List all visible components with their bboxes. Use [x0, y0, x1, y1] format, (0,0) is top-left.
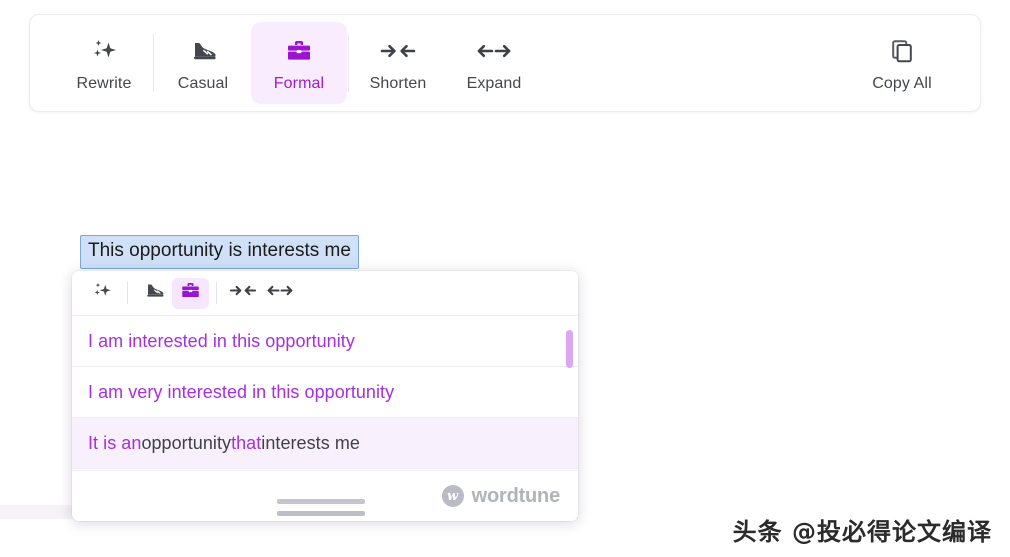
resize-handle-bar-bottom [277, 511, 365, 516]
selected-text-highlight[interactable]: This opportunity is interests me [80, 235, 359, 269]
suggestion-text-3-part-4: interests me [261, 432, 360, 453]
toolbar-label-shorten: Shorten [369, 74, 427, 92]
toolbar-item-formal[interactable]: Formal [251, 22, 347, 104]
arrows-out-icon [265, 282, 295, 304]
toolbar-label-expand: Expand [466, 74, 522, 92]
suggestion-text-1: I am interested in this opportunity [88, 330, 355, 351]
suggestion-text-3-part-3: that [231, 432, 262, 453]
scrollbar-thumb[interactable] [566, 330, 573, 368]
copy-icon [888, 35, 916, 67]
briefcase-icon [284, 35, 314, 67]
suggestion-item-2[interactable]: I am very interested in this opportunity [72, 367, 578, 418]
arrows-in-icon [378, 35, 418, 67]
wordtune-brand-name: wordtune [471, 484, 561, 507]
copy-all-label: Copy All [872, 74, 932, 92]
resize-handle[interactable] [277, 499, 365, 519]
arrows-out-icon [474, 35, 514, 67]
arrows-in-icon [228, 282, 258, 304]
briefcase-icon [179, 280, 202, 306]
popup-mode-toolbar [72, 271, 578, 316]
popup-item-rewrite[interactable] [83, 278, 120, 309]
toolbar-item-casual[interactable]: Casual [155, 22, 251, 104]
suggestion-scrollbar[interactable] [566, 320, 573, 466]
popup-divider-2 [216, 282, 217, 304]
popup-item-shorten[interactable] [224, 278, 261, 309]
sparkles-icon [89, 35, 119, 67]
popup-item-formal[interactable] [172, 277, 209, 309]
wordtune-logo-icon: w [441, 485, 464, 507]
wordtune-brand: w wordtune [441, 484, 561, 508]
watermark: 头条 @投必得论文编译 [732, 518, 992, 546]
sneaker-icon [187, 35, 219, 67]
rewrite-toolbar: Rewrite Casual Formal Shorten Expand Cop… [29, 14, 981, 112]
sneaker-icon [142, 280, 166, 306]
popup-divider-1 [127, 282, 128, 304]
copy-all-button[interactable]: Copy All [854, 22, 950, 104]
toolbar-label-casual: Casual [177, 74, 229, 92]
toolbar-item-expand[interactable]: Expand [446, 22, 542, 104]
toolbar-divider-1 [153, 34, 154, 92]
toolbar-label-rewrite: Rewrite [76, 74, 132, 92]
suggestion-text-3-part-2: opportunity [141, 432, 232, 453]
resize-handle-bar-top [277, 499, 365, 504]
toolbar-divider-2 [348, 34, 349, 92]
toolbar-actions-group: Copy All [854, 15, 980, 111]
toolbar-label-formal: Formal [273, 74, 325, 92]
suggestion-item-1[interactable]: I am interested in this opportunity [72, 316, 578, 367]
toolbar-item-shorten[interactable]: Shorten [350, 22, 446, 104]
suggestion-list: I am interested in this opportunity I am… [72, 316, 578, 470]
toolbar-mode-group: Rewrite Casual Formal Shorten Expand [30, 15, 542, 111]
toolbar-item-rewrite[interactable]: Rewrite [56, 22, 152, 104]
suggestion-item-3[interactable]: It is an opportunity that interests me [72, 418, 578, 469]
sparkles-icon [91, 280, 113, 307]
wordtune-suggestion-popup: I am interested in this opportunity I am… [72, 271, 578, 521]
popup-item-expand[interactable] [261, 278, 298, 309]
popup-item-casual[interactable] [135, 278, 172, 309]
suggestion-text-3-part-1: It is an [88, 432, 142, 453]
suggestion-text-2: I am very interested in this opportunity [88, 381, 395, 402]
